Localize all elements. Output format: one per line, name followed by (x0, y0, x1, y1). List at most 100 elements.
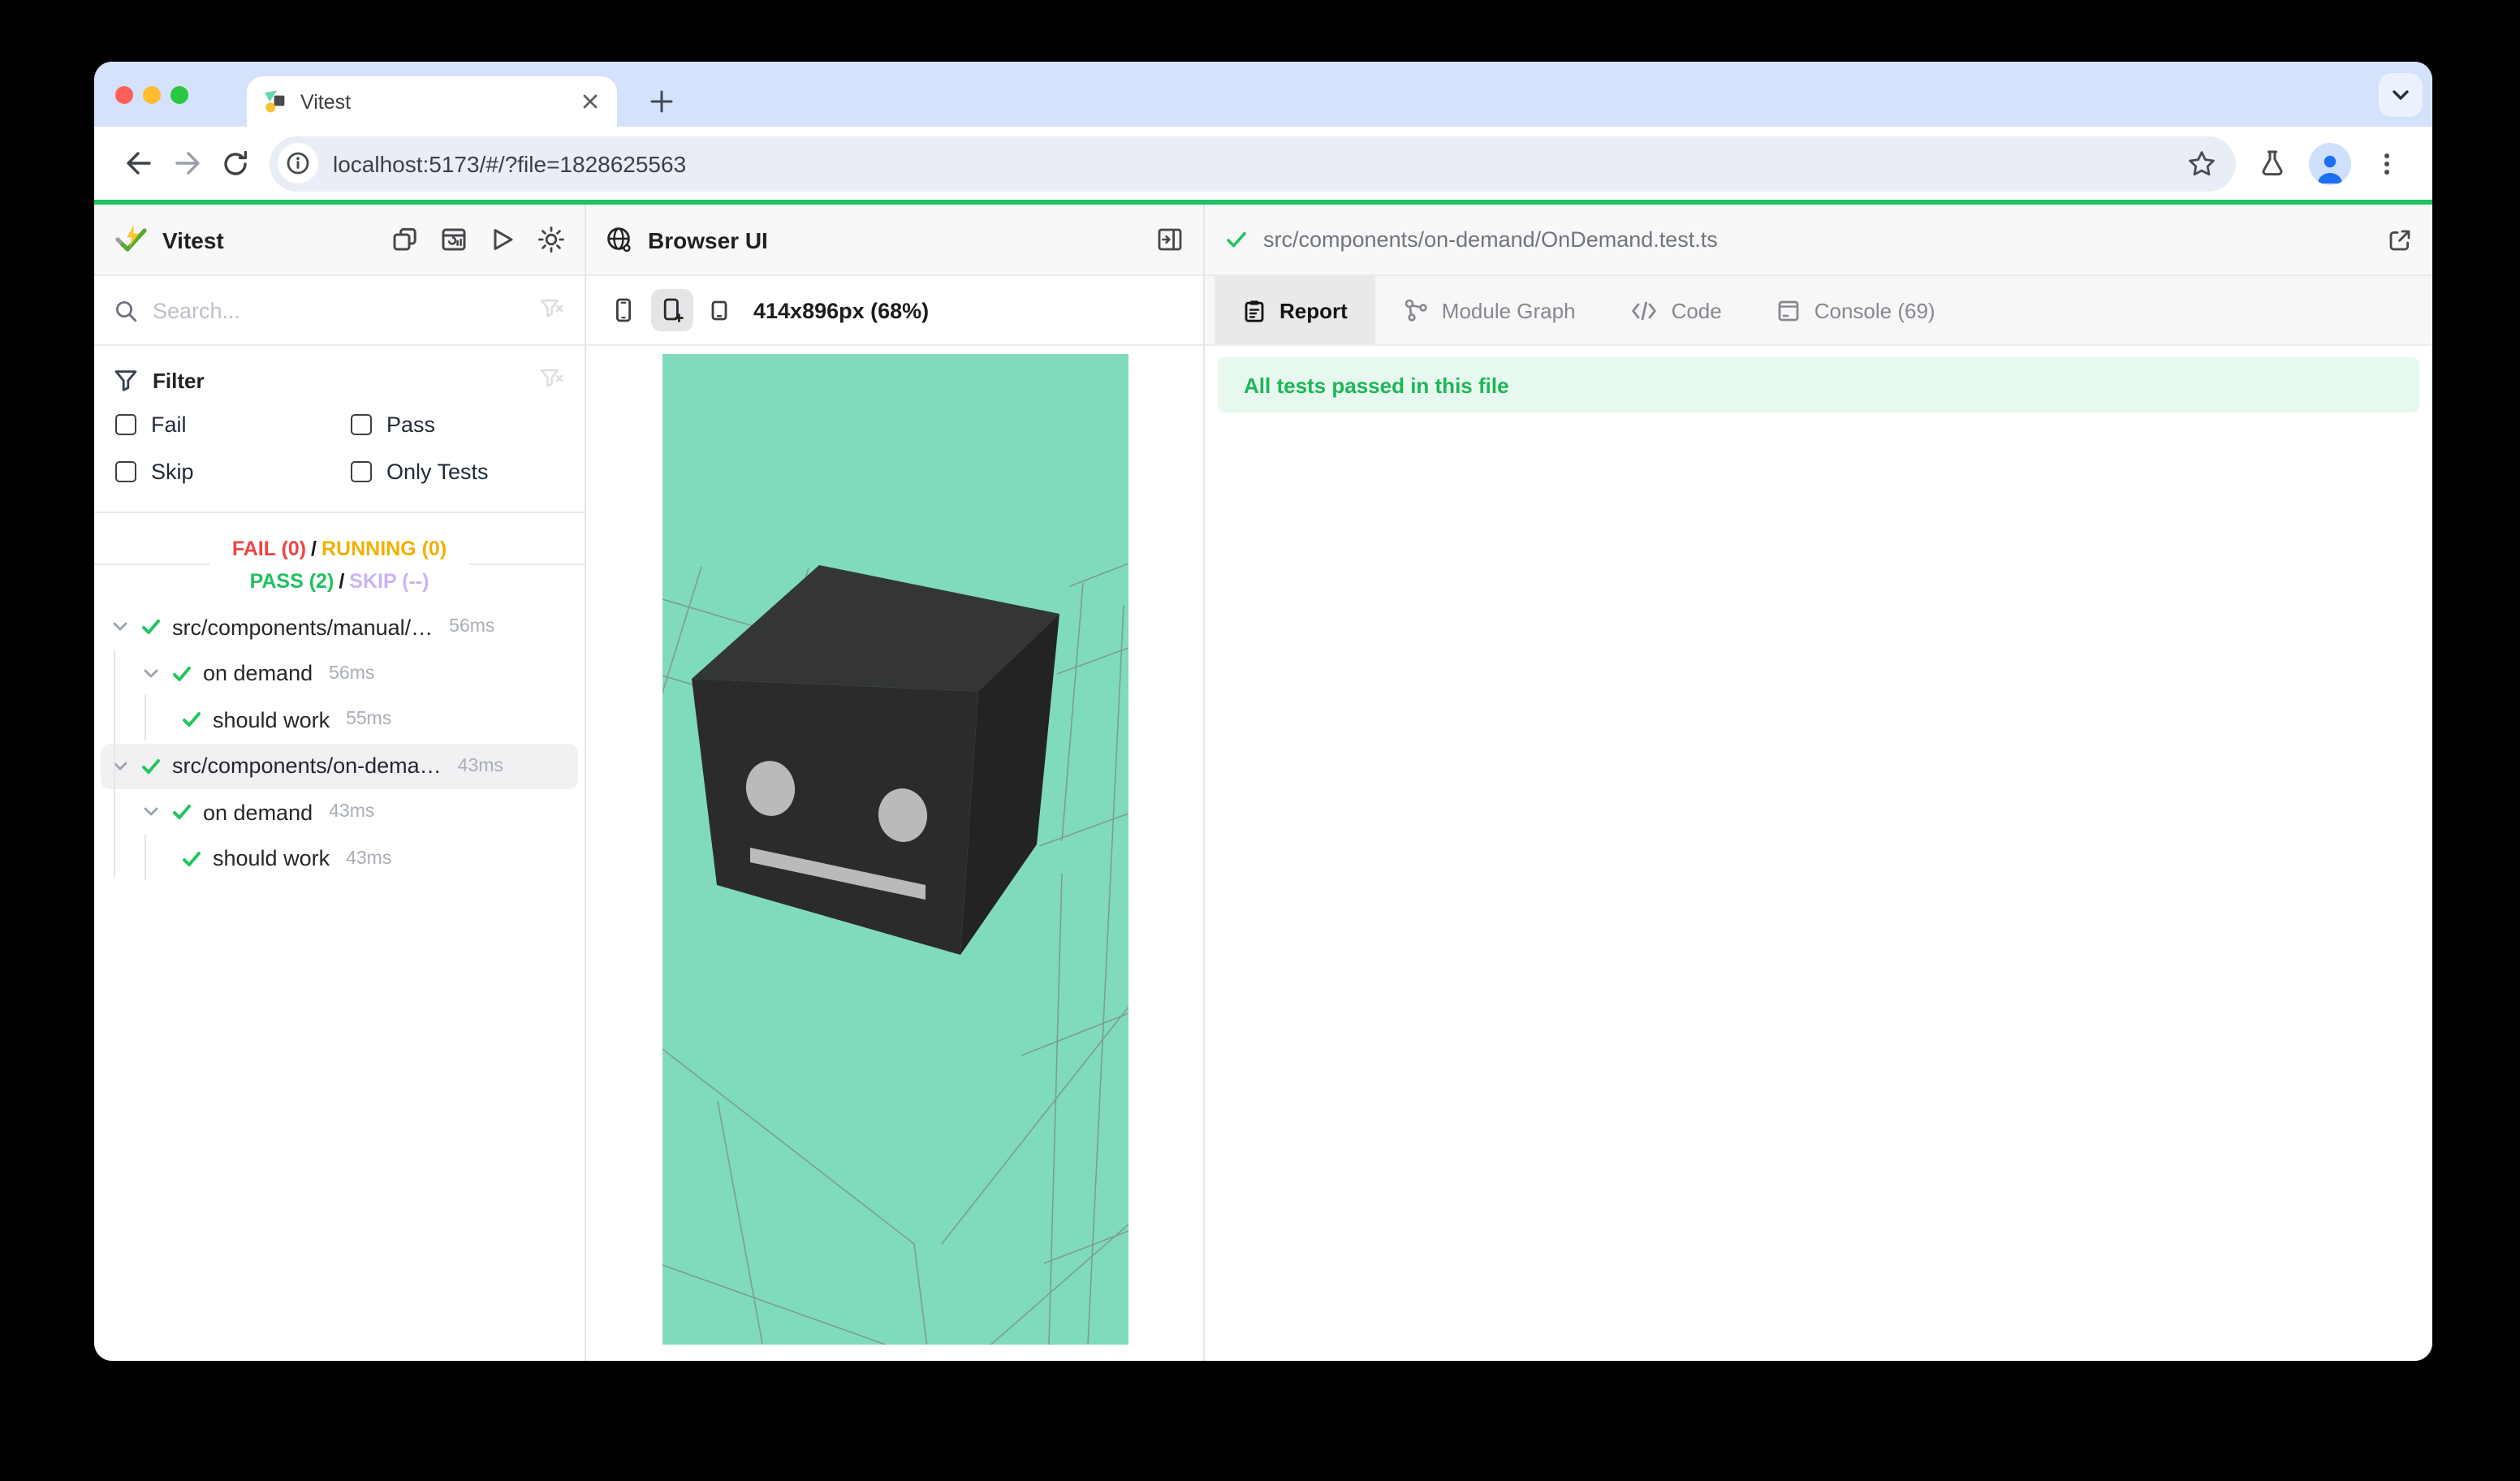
viewport-size-label: 414x896px (68%) (753, 298, 929, 322)
filter-option-fail[interactable]: Fail (115, 401, 351, 448)
search-icon (114, 298, 138, 322)
expand-panel-icon[interactable] (1156, 226, 1184, 253)
test-name: should work (213, 847, 330, 871)
globe-icon (606, 226, 633, 253)
tab-report[interactable]: Report (1215, 276, 1375, 344)
filter-title: Filter (153, 368, 539, 392)
close-tab-icon[interactable] (580, 91, 601, 112)
report-body: All tests passed in this file (1205, 346, 2432, 1361)
pass-checkbox[interactable] (351, 414, 372, 435)
fail-count: FAIL (0) (232, 538, 306, 560)
filter-option-pass[interactable]: Pass (351, 401, 586, 448)
device-small-icon[interactable] (708, 299, 731, 322)
dashboard-icon[interactable] (440, 226, 468, 253)
filter-option-only-tests[interactable]: Only Tests (351, 448, 586, 495)
only-tests-checkbox[interactable] (351, 461, 372, 482)
tab-module-graph-label: Module Graph (1442, 298, 1576, 322)
run-all-icon[interactable] (489, 226, 516, 253)
address-bar[interactable]: localhost:5173/#/?file=1828625563 (270, 136, 2236, 191)
tab-code[interactable]: Code (1603, 276, 1750, 344)
browser-tab[interactable]: Vitest (247, 76, 617, 127)
bookmark-star-icon[interactable] (2187, 149, 2216, 178)
url-text[interactable]: localhost:5173/#/?file=1828625563 (333, 150, 2174, 176)
pass-check-icon (180, 848, 203, 870)
tab-report-label: Report (1279, 298, 1348, 322)
device-mobile-icon[interactable] (611, 297, 636, 323)
tab-title: Vitest (300, 90, 580, 113)
test-duration: 56ms (449, 618, 494, 637)
device-toolbar: 414x896px (68%) (586, 276, 1203, 346)
tree-row-test[interactable]: should work 55ms (101, 697, 578, 743)
tab-console-label: Console (69) (1814, 298, 1935, 322)
tested-component-3d-scene (662, 354, 1128, 1345)
search-input[interactable]: Search... (153, 298, 539, 322)
test-duration: 56ms (329, 664, 374, 684)
experiments-flask-icon[interactable] (2259, 149, 2286, 177)
filter-option-skip[interactable]: Skip (115, 448, 351, 495)
only-tests-label: Only Tests (386, 460, 489, 484)
preview-header: Browser UI (586, 205, 1203, 276)
pass-label: Pass (386, 412, 435, 437)
screen: Vitest (0, 0, 2520, 1481)
close-window-button[interactable] (115, 85, 133, 103)
test-duration: 43ms (458, 757, 503, 776)
clear-filter-icon[interactable] (539, 367, 565, 393)
tab-module-graph[interactable]: Module Graph (1375, 276, 1603, 344)
browser-menu-icon[interactable] (2374, 150, 2400, 176)
test-summary: FAIL (0)/RUNNING (0) PASS (2)/SKIP (--) (94, 533, 585, 598)
test-duration: 43ms (329, 803, 374, 823)
filter-funnel-icon (114, 368, 138, 392)
tab-search-button[interactable] (2379, 73, 2423, 117)
dock-panel-icon[interactable] (391, 226, 419, 253)
browser-window: Vitest (94, 62, 2432, 1361)
search-row: Search... (94, 276, 585, 346)
minimize-window-button[interactable] (143, 85, 161, 103)
tab-code-label: Code (1672, 298, 1722, 322)
all-tests-passed-banner: All tests passed in this file (1218, 357, 2419, 412)
test-file-path: src/components/on-demand/OnDemand.test.t… (1263, 227, 1718, 252)
reload-button[interactable] (211, 139, 260, 188)
vitest-logo-icon (114, 222, 148, 257)
test-duration: 55ms (346, 710, 391, 730)
site-info-icon[interactable] (278, 143, 318, 184)
chevron-down-icon[interactable] (110, 618, 130, 637)
file-pass-check-icon (1224, 227, 1249, 252)
tree-row-file-on-demand[interactable]: src/components/on-dema… 43ms (101, 743, 578, 789)
forward-button[interactable] (162, 139, 211, 188)
chevron-down-icon[interactable] (141, 803, 161, 823)
open-external-icon[interactable] (2387, 227, 2413, 253)
theme-toggle-icon[interactable] (537, 226, 565, 253)
running-count: RUNNING (0) (321, 538, 447, 560)
test-tree: src/components/manual/… 56ms on demand 5… (94, 598, 585, 1361)
pass-check-icon (170, 801, 193, 824)
tree-row-suite[interactable]: on demand 43ms (101, 789, 578, 835)
skip-label: Skip (151, 460, 194, 484)
preview-viewport[interactable] (586, 346, 1203, 1361)
clear-search-filter-icon[interactable] (539, 297, 565, 323)
tree-row-test[interactable]: should work 43ms (101, 835, 578, 882)
window-controls[interactable] (115, 62, 188, 127)
banner-text: All tests passed in this file (1244, 373, 1509, 397)
tree-row-suite[interactable]: on demand 56ms (101, 650, 578, 697)
profile-avatar[interactable] (2309, 142, 2351, 184)
vitest-app: Vitest (94, 205, 2432, 1361)
tree-guide-line (145, 695, 146, 740)
test-file-name: src/components/on-dema… (172, 754, 442, 779)
back-button[interactable] (114, 139, 162, 188)
device-mobile-add-selected[interactable] (651, 289, 693, 331)
chevron-down-icon[interactable] (141, 664, 161, 684)
test-duration: 43ms (346, 849, 391, 869)
tree-row-file-manual[interactable]: src/components/manual/… 56ms (101, 604, 578, 650)
tab-console[interactable]: Console (69) (1750, 276, 1963, 344)
fail-checkbox[interactable] (115, 414, 136, 435)
suite-name: on demand (203, 801, 313, 825)
zoom-window-button[interactable] (170, 85, 188, 103)
tree-guide-line (114, 650, 115, 877)
pass-check-icon (140, 755, 162, 778)
skip-checkbox[interactable] (115, 461, 136, 482)
browser-preview-pane: Browser UI 414x896px (586, 205, 1205, 1361)
test-name: should work (213, 708, 330, 732)
sidebar-header: Vitest (94, 205, 585, 276)
new-tab-button[interactable] (633, 76, 690, 127)
test-file-name: src/components/manual/… (172, 615, 433, 640)
